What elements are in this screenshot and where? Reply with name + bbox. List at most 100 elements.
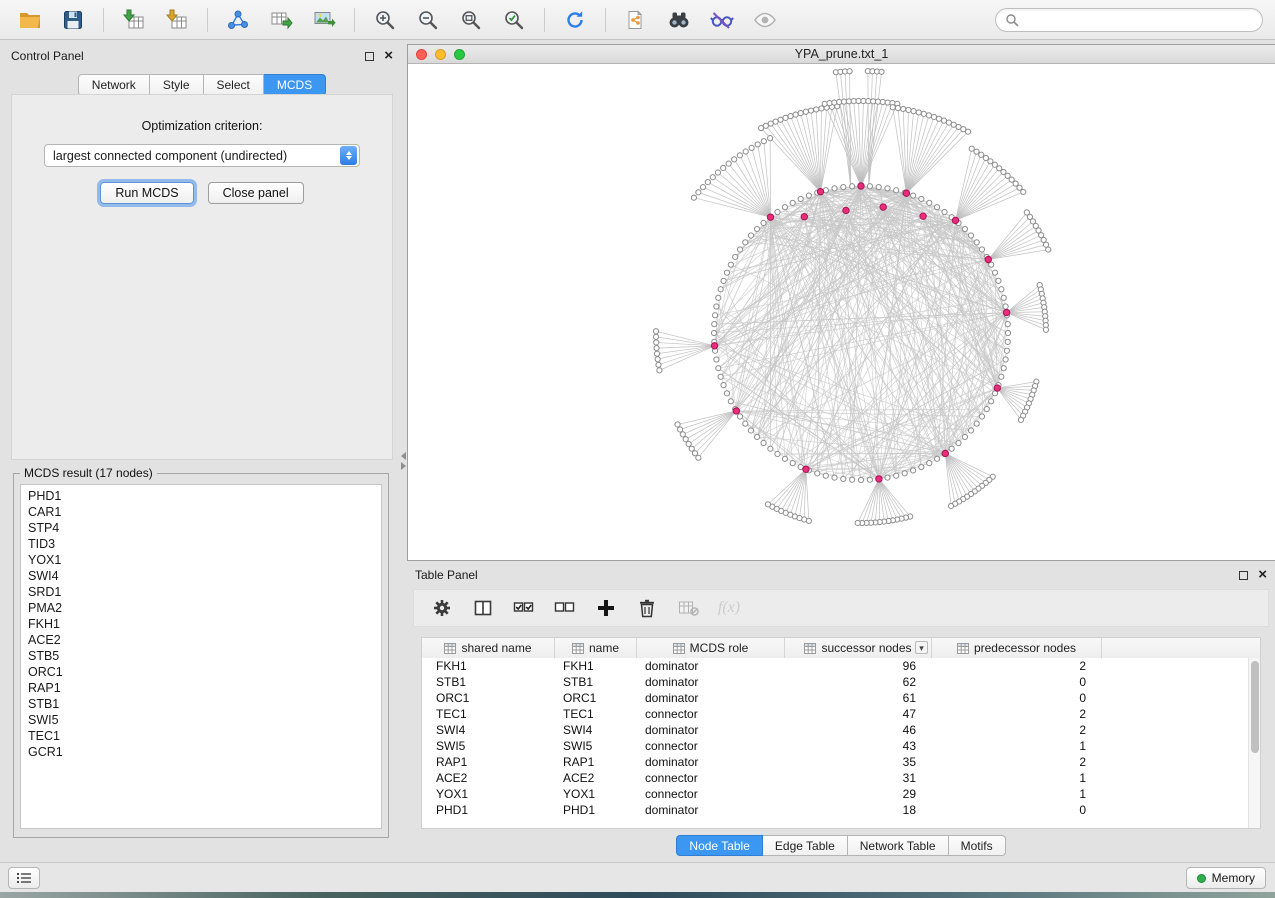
close-panel-button[interactable]: × (384, 51, 393, 61)
column-header-predecessor-nodes[interactable]: predecessor nodes (932, 638, 1102, 658)
table-row[interactable]: FKH1FKH1dominator962 (422, 658, 1248, 674)
mcds-result-item[interactable]: ORC1 (21, 664, 381, 680)
memory-button[interactable]: Memory (1186, 867, 1266, 889)
show-panels-button[interactable] (8, 867, 40, 889)
mcds-result-item[interactable]: STB1 (21, 696, 381, 712)
main-toolbar (0, 0, 1275, 40)
run-mcds-button[interactable]: Run MCDS (100, 182, 193, 204)
close-mcds-panel-button[interactable]: Close panel (208, 182, 304, 204)
network-window-titlebar[interactable]: YPA_prune.txt_1 (408, 45, 1275, 64)
apply-layout-button[interactable] (557, 5, 593, 35)
close-table-panel-button[interactable]: × (1258, 570, 1267, 580)
column-header-mcds-role[interactable]: MCDS role (637, 638, 785, 658)
mcds-result-item[interactable]: ACE2 (21, 632, 381, 648)
columns-icon (473, 598, 493, 618)
mcds-result-item[interactable]: PHD1 (21, 488, 381, 504)
mcds-result-item[interactable]: SWI4 (21, 568, 381, 584)
status-bar: Memory (0, 862, 1275, 892)
select-all-columns-button[interactable] (512, 596, 536, 620)
search-input[interactable] (1024, 13, 1253, 27)
mcds-result-item[interactable]: SRD1 (21, 584, 381, 600)
tab-network[interactable]: Network (78, 74, 150, 96)
mcds-result-item[interactable]: YOX1 (21, 552, 381, 568)
refresh-icon (564, 9, 586, 31)
add-column-button[interactable] (594, 596, 618, 620)
memory-label: Memory (1212, 871, 1255, 885)
zoom-fit-button[interactable] (453, 5, 489, 35)
binoculars-icon (667, 9, 691, 31)
float-table-panel-button[interactable] (1239, 571, 1248, 580)
scrollbar-thumb[interactable] (1251, 661, 1259, 753)
export-network-button[interactable] (220, 5, 256, 35)
tab-edge-table[interactable]: Edge Table (763, 835, 848, 856)
table-row[interactable]: TEC1TEC1connector472 (422, 706, 1248, 722)
fx-label: f(x) (718, 599, 740, 617)
mcds-result-item[interactable]: CAR1 (21, 504, 381, 520)
export-table-button[interactable] (263, 5, 299, 35)
dropdown-stepper-icon (340, 146, 357, 165)
unchecked-boxes-icon (554, 598, 576, 618)
import-table-button[interactable] (159, 5, 195, 35)
table-row[interactable]: SWI4SWI4dominator462 (422, 722, 1248, 738)
optimization-criterion-label: Optimization criterion: (12, 119, 392, 133)
search-box[interactable] (995, 8, 1263, 32)
tab-motifs[interactable]: Motifs (949, 835, 1006, 856)
find-button[interactable] (661, 5, 697, 35)
save-session-button[interactable] (55, 5, 91, 35)
delete-column-button[interactable] (635, 596, 659, 620)
mcds-result-item[interactable]: RAP1 (21, 680, 381, 696)
vertical-splitter[interactable] (399, 44, 407, 858)
mcds-result-item[interactable]: GCR1 (21, 744, 381, 760)
column-header-shared-name[interactable]: shared name (422, 638, 555, 658)
zoom-selected-button[interactable] (496, 5, 532, 35)
network-graph[interactable] (408, 65, 1274, 560)
mcds-result-item[interactable]: STB5 (21, 648, 381, 664)
table-row[interactable]: ORC1ORC1dominator610 (422, 690, 1248, 706)
table-settings-button[interactable] (430, 596, 454, 620)
tab-mcds[interactable]: MCDS (264, 74, 326, 96)
network-from-clipboard-button[interactable] (618, 5, 654, 35)
checked-boxes-icon (513, 598, 535, 618)
table-row[interactable]: STB1STB1dominator620 (422, 674, 1248, 690)
open-file-button[interactable] (12, 5, 48, 35)
table-panel-header: Table Panel × (407, 565, 1275, 585)
table-row[interactable]: SWI5SWI5connector431 (422, 738, 1248, 754)
hide-detail-button[interactable] (704, 5, 740, 35)
zoom-in-button[interactable] (367, 5, 403, 35)
column-type-icon (572, 643, 584, 654)
sort-menu-caret-icon[interactable]: ▾ (915, 641, 928, 654)
zoom-out-icon (417, 9, 439, 31)
mcds-result-item[interactable]: TID3 (21, 536, 381, 552)
unselect-all-columns-button[interactable] (553, 596, 577, 620)
control-panel-header: Control Panel × (5, 46, 399, 66)
criterion-dropdown[interactable]: largest connected component (undirected) (44, 144, 360, 167)
node-table-header: shared name name MCDS role successor nod… (422, 638, 1260, 658)
column-header-name[interactable]: name (555, 638, 637, 658)
export-image-button[interactable] (306, 5, 342, 35)
float-panel-button[interactable] (365, 52, 374, 61)
network-canvas[interactable] (408, 65, 1275, 560)
tab-style[interactable]: Style (150, 74, 204, 96)
table-row[interactable]: YOX1YOX1connector291 (422, 786, 1248, 802)
table-row[interactable]: ACE2ACE2connector311 (422, 770, 1248, 786)
mcds-result-item[interactable]: STP4 (21, 520, 381, 536)
zoom-out-button[interactable] (410, 5, 446, 35)
mcds-result-item[interactable]: TEC1 (21, 728, 381, 744)
criterion-selected-value: largest connected component (undirected) (45, 149, 340, 163)
import-network-button[interactable] (116, 5, 152, 35)
mcds-result-box: MCDS result (17 nodes) PHD1CAR1STP4TID3Y… (13, 466, 389, 838)
tab-network-table[interactable]: Network Table (848, 835, 949, 856)
tab-select[interactable]: Select (204, 74, 264, 96)
mcds-result-item[interactable]: PMA2 (21, 600, 381, 616)
function-builder-button: f(x) (717, 596, 741, 620)
show-columns-button[interactable] (471, 596, 495, 620)
table-row[interactable]: PHD1PHD1dominator180 (422, 802, 1248, 818)
table-row[interactable]: RAP1RAP1dominator352 (422, 754, 1248, 770)
table-scrollbar[interactable] (1248, 658, 1260, 828)
mcds-result-item[interactable]: FKH1 (21, 616, 381, 632)
tab-node-table[interactable]: Node Table (676, 835, 763, 856)
glasses-icon (710, 9, 734, 31)
splitter-handle-icon[interactable] (399, 450, 407, 472)
mcds-result-item[interactable]: SWI5 (21, 712, 381, 728)
column-header-successor-nodes[interactable]: successor nodes▾ (785, 638, 932, 658)
